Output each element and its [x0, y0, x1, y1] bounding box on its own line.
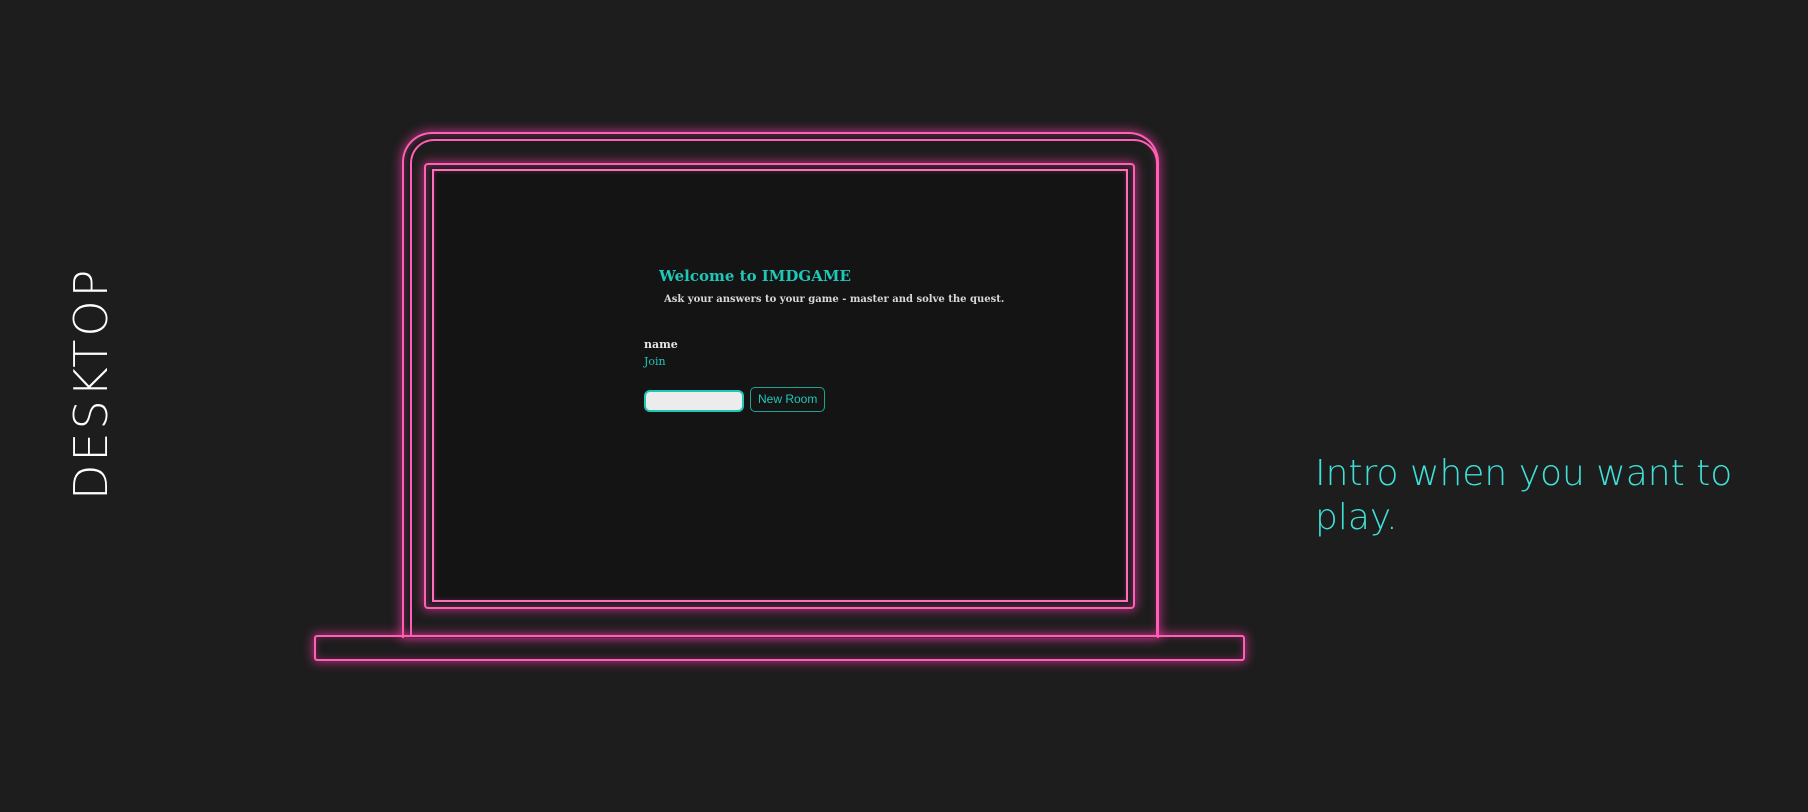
- feature-caption: Intro when you want to play.: [1315, 453, 1733, 538]
- room-name-input[interactable]: [644, 390, 744, 412]
- welcome-subtitle: Ask your answers to your game - master a…: [664, 294, 1005, 305]
- name-label: name: [644, 338, 678, 351]
- welcome-title: Welcome to IMDGAME: [659, 267, 851, 285]
- new-room-button[interactable]: New Room: [750, 387, 826, 412]
- laptop-screen: Welcome to IMDGAME Ask your answers to y…: [432, 169, 1128, 602]
- join-link[interactable]: Join: [644, 355, 666, 368]
- section-label: DESKTOP: [64, 266, 118, 500]
- laptop-base: [314, 635, 1245, 661]
